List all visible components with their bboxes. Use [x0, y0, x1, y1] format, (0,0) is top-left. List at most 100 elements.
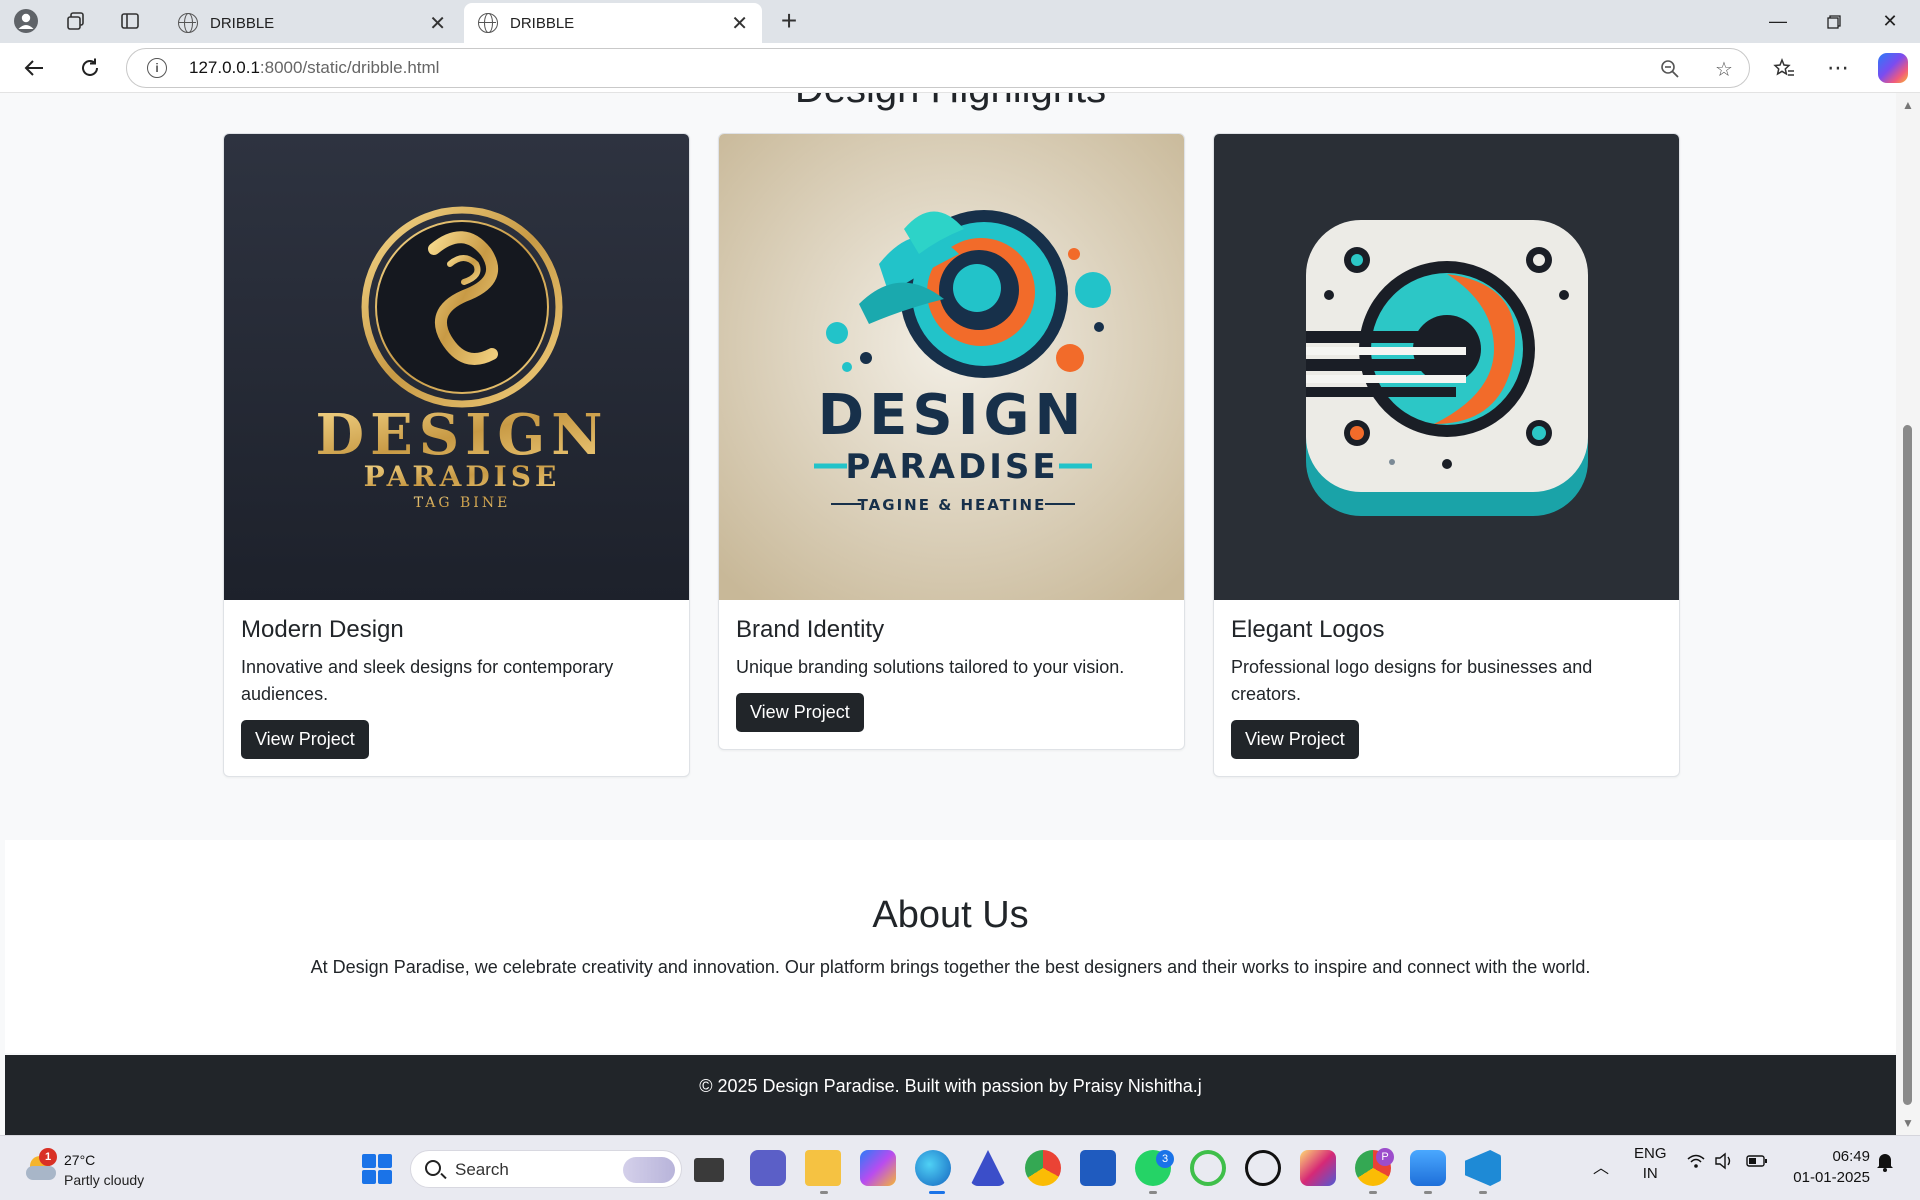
windows-taskbar: 1 27°C Partly cloudy Search 3 P ︿ ENG IN [0, 1135, 1920, 1200]
card-image-colorful-logo: DESIGN PARADISE TAGINE & HEATINE [719, 134, 1184, 600]
store-icon[interactable] [1080, 1150, 1116, 1186]
copilot-icon[interactable] [1878, 53, 1908, 83]
language-code: ENG [1634, 1145, 1667, 1162]
file-explorer-icon[interactable] [805, 1150, 841, 1186]
zoom-out-icon[interactable] [1657, 56, 1683, 82]
windows-start-icon[interactable] [362, 1154, 392, 1184]
about-text: At Design Paradise, we celebrate creativ… [310, 957, 1591, 977]
notifications-bell-icon[interactable] [1876, 1152, 1894, 1176]
language-indicator[interactable]: ENG IN [1634, 1144, 1667, 1184]
close-tab-icon[interactable]: ✕ [429, 11, 446, 36]
search-icon [425, 1160, 441, 1176]
wifi-icon[interactable] [1686, 1152, 1706, 1175]
close-window-button[interactable]: ✕ [1862, 0, 1918, 43]
card-text: Unique branding solutions tailored to yo… [736, 657, 1125, 677]
card-title: Modern Design [241, 616, 404, 643]
photos-icon[interactable] [1410, 1150, 1446, 1186]
tab-dribble-2[interactable]: DRIBBLE ✕ [464, 3, 762, 43]
browser-tab-bar: DRIBBLE ✕ DRIBBLE ✕ + — ✕ [0, 0, 1920, 43]
tab-dribble-1[interactable]: DRIBBLE ✕ [164, 3, 460, 43]
close-tab-icon[interactable]: ✕ [731, 11, 748, 36]
footer: © 2025 Design Paradise. Built with passi… [5, 1055, 1896, 1135]
weather-widget[interactable]: 1 27°C Partly cloudy [24, 1148, 184, 1190]
restore-button[interactable] [1806, 0, 1862, 43]
volume-icon[interactable] [1714, 1152, 1734, 1174]
view-project-button[interactable]: View Project [1231, 720, 1359, 759]
profile-badge: P [1376, 1148, 1394, 1166]
back-arrow-icon[interactable] [16, 51, 52, 85]
teams-icon[interactable] [750, 1150, 786, 1186]
running-indicator [1479, 1191, 1487, 1194]
running-indicator [1149, 1191, 1157, 1194]
section-title: Design Highlights [5, 93, 1896, 112]
vscode-icon[interactable] [1465, 1150, 1501, 1186]
globe-icon [178, 13, 198, 33]
favorite-star-icon[interactable]: ☆ [1711, 56, 1737, 82]
taskbar-search[interactable]: Search [410, 1150, 682, 1188]
clock-date: 01-01-2025 [1793, 1169, 1870, 1186]
globe-icon [478, 13, 498, 33]
region-code: IN [1642, 1165, 1658, 1182]
new-tab-button[interactable]: + [772, 5, 806, 36]
running-indicator [929, 1191, 945, 1194]
chatgpt-icon[interactable] [1245, 1150, 1281, 1186]
running-indicator [820, 1191, 828, 1194]
card-brand-identity: DESIGN PARADISE TAGINE & HEATINE Brand I… [718, 133, 1185, 750]
logo-line1: DESIGN [818, 383, 1087, 448]
logo-line3: TAG BINE [414, 495, 511, 511]
logo-line2: PARADISE [364, 460, 561, 493]
card-image-app-icon-logo [1214, 134, 1679, 600]
refresh-icon[interactable] [72, 51, 108, 85]
show-hidden-icons-chevron-icon[interactable]: ︿ [1593, 1154, 1609, 1178]
scroll-up-arrow-icon[interactable]: ▲ [1902, 99, 1914, 111]
about-section: About Us At Design Paradise, we celebrat… [5, 840, 1896, 1053]
profile-icon[interactable] [10, 6, 42, 36]
scrollbar-thumb[interactable] [1903, 425, 1912, 1105]
search-label: Search [455, 1160, 509, 1179]
scroll-down-arrow-icon[interactable]: ▼ [1902, 1117, 1914, 1129]
browser-toolbar: i 127.0.0.1:8000/static/dribble.html ☆ ⋯ [0, 43, 1920, 93]
more-menu-icon[interactable]: ⋯ [1820, 51, 1856, 85]
url-host: 127.0.0.1 [189, 58, 260, 77]
card-elegant-logos: Elegant Logos Professional logo designs … [1213, 133, 1680, 777]
view-project-button[interactable]: View Project [241, 720, 369, 759]
logo-line1: DESIGN [316, 402, 609, 468]
instagram-icon[interactable] [1300, 1150, 1336, 1186]
card-title: Brand Identity [736, 616, 885, 643]
card-text: Professional logo designs for businesses… [1231, 657, 1593, 704]
card-image-gold-logo: DESIGN PARADISE TAG BINE [224, 134, 689, 600]
about-title: About Us [872, 894, 1029, 936]
card-text: Innovative and sleek designs for contemp… [241, 657, 614, 704]
tab-title: DRIBBLE [510, 14, 575, 32]
running-indicator [1424, 1191, 1432, 1194]
triangle-app-icon[interactable] [970, 1150, 1006, 1186]
search-highlight-art [623, 1157, 675, 1183]
weather-badge: 1 [39, 1148, 57, 1166]
logo-line3: TAGINE & HEATINE [858, 496, 1047, 514]
logo-line2: PARADISE [845, 447, 1058, 487]
favorites-icon[interactable] [1766, 51, 1802, 85]
url-path: :8000/static/dribble.html [259, 58, 440, 77]
tab-title: DRIBBLE [210, 14, 275, 32]
clock-time: 06:49 [1832, 1148, 1870, 1165]
task-view-icon[interactable] [694, 1158, 724, 1182]
taskbar-clock[interactable]: 06:49 01-01-2025 [1782, 1146, 1870, 1188]
page-content: Design Highlights DESIGN P [5, 93, 1896, 1135]
tab-actions-icon[interactable] [114, 6, 146, 36]
whatsapp-badge: 3 [1156, 1150, 1174, 1168]
address-bar[interactable]: i 127.0.0.1:8000/static/dribble.html ☆ [126, 48, 1750, 88]
card-title: Elegant Logos [1231, 616, 1385, 643]
minimize-button[interactable]: — [1750, 0, 1806, 43]
copilot-app-icon[interactable] [860, 1150, 896, 1186]
page-scrollbar[interactable]: ▲ ▼ [1896, 93, 1920, 1135]
workspaces-icon[interactable] [60, 6, 92, 36]
running-indicator [1369, 1191, 1377, 1194]
card-modern-design: DESIGN PARADISE TAG BINE Modern Design I… [223, 133, 690, 777]
weather-condition: Partly cloudy [64, 1172, 145, 1188]
edge-icon[interactable] [915, 1150, 951, 1186]
battery-icon[interactable] [1746, 1154, 1768, 1172]
chrome-icon[interactable] [1025, 1150, 1061, 1186]
view-project-button[interactable]: View Project [736, 693, 864, 732]
site-info-icon[interactable]: i [147, 58, 167, 78]
circle-app-icon[interactable] [1190, 1150, 1226, 1186]
